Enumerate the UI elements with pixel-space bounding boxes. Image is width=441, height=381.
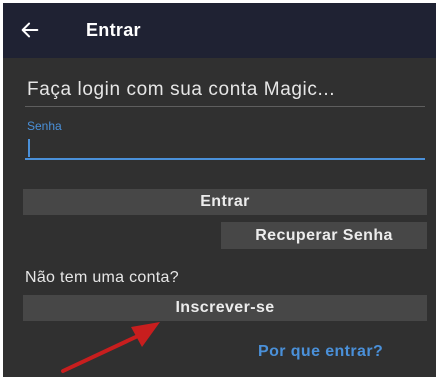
password-label: Senha [27,119,62,133]
page-title: Entrar [86,20,141,40]
app-bar: Entrar [3,3,436,58]
account-selector[interactable]: Faça login com sua conta Magic... [25,75,425,107]
account-selector-text: Faça login com sua conta Magic... [27,79,336,100]
login-screen: Entrar Faça login com sua conta Magic...… [3,3,436,377]
password-input[interactable] [25,134,425,160]
signup-button[interactable]: Inscrever-se [23,295,427,321]
arrow-left-icon[interactable] [19,19,41,41]
login-button[interactable]: Entrar [23,189,427,215]
recover-password-button[interactable]: Recuperar Senha [221,222,427,249]
no-account-prompt: Não tem uma conta? [25,269,179,286]
text-cursor [28,139,30,157]
why-login-link[interactable]: Por que entrar? [258,343,383,361]
